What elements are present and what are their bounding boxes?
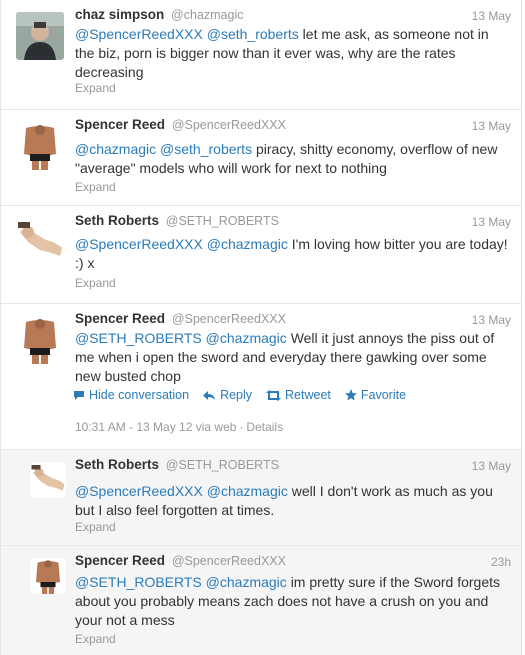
tweet[interactable]: chaz simpson @chazmagic 13 May @SpencerR… xyxy=(1,0,521,110)
tweet-reply[interactable]: Seth Roberts @SETH_ROBERTS 13 May @Spenc… xyxy=(1,450,521,546)
mention-link[interactable]: @chazmagic xyxy=(75,141,156,157)
mention-link[interactable]: @SpencerReedXXX xyxy=(75,483,203,499)
favorite-button[interactable]: Favorite xyxy=(344,388,407,402)
tweet-expanded[interactable]: Spencer Reed @SpencerReedXXX 13 May @SET… xyxy=(1,304,521,450)
favorite-label: Favorite xyxy=(360,388,407,402)
timestamp[interactable]: 13 May xyxy=(472,119,511,133)
tweet-reply[interactable]: Spencer Reed @SpencerReedXXX 23h @SETH_R… xyxy=(1,546,521,655)
mention-link[interactable]: @SpencerReedXXX xyxy=(75,26,203,42)
fullname[interactable]: Spencer Reed xyxy=(75,311,165,326)
tweet[interactable]: Spencer Reed @SpencerReedXXX 13 May @cha… xyxy=(1,110,521,206)
tweet-text: @SETH_ROBERTS @chazmagic im pretty sure … xyxy=(75,573,511,630)
username[interactable]: @SpencerReedXXX xyxy=(172,554,286,568)
fullname[interactable]: Spencer Reed xyxy=(75,553,165,568)
mention-link[interactable]: @chazmagic xyxy=(207,483,288,499)
timestamp[interactable]: 13 May xyxy=(472,459,511,473)
expand-link[interactable]: Expand xyxy=(75,632,116,646)
reply-button[interactable]: Reply xyxy=(203,388,252,402)
avatar[interactable] xyxy=(30,558,66,594)
tweet-text: @chazmagic @seth_roberts piracy, shitty … xyxy=(75,140,511,178)
tweet-header: Spencer Reed @SpencerReedXXX 13 May xyxy=(75,311,511,329)
retweet-label: Retweet xyxy=(285,388,331,402)
tweet-text: @SpencerReedXXX @chazmagic well I don't … xyxy=(75,482,511,520)
tweet[interactable]: Seth Roberts @SETH_ROBERTS 13 May @Spenc… xyxy=(1,206,521,304)
avatar[interactable] xyxy=(16,218,64,266)
username[interactable]: @chazmagic xyxy=(171,8,243,22)
tweet-actions: Hide conversation Reply Retweet Favorite xyxy=(73,388,406,402)
tweet-header: Seth Roberts @SETH_ROBERTS 13 May xyxy=(75,457,511,475)
tweet-header: Seth Roberts @SETH_ROBERTS 13 May xyxy=(75,213,511,231)
timestamp[interactable]: 13 May xyxy=(472,215,511,229)
mention-link[interactable]: @chazmagic xyxy=(207,236,288,252)
avatar[interactable] xyxy=(16,316,64,364)
timestamp[interactable]: 13 May xyxy=(472,313,511,327)
expand-link[interactable]: Expand xyxy=(75,276,116,290)
mention-link[interactable]: @SETH_ROBERTS xyxy=(75,574,202,590)
star-icon xyxy=(344,389,357,401)
fullname[interactable]: Spencer Reed xyxy=(75,117,165,132)
retweet-icon xyxy=(266,389,282,401)
mention-link[interactable]: @seth_roberts xyxy=(160,141,252,157)
avatar[interactable] xyxy=(30,462,66,498)
avatar[interactable] xyxy=(16,12,64,60)
tweet-header: chaz simpson @chazmagic 13 May xyxy=(75,7,511,25)
details-link[interactable]: Details xyxy=(246,420,283,434)
username[interactable]: @SpencerReedXXX xyxy=(172,118,286,132)
tweet-text: @SpencerReedXXX @seth_roberts let me ask… xyxy=(75,25,511,82)
fullname[interactable]: Seth Roberts xyxy=(75,457,159,472)
username[interactable]: @SpencerReedXXX xyxy=(172,312,286,326)
hide-conversation-button[interactable]: Hide conversation xyxy=(73,388,189,402)
hide-conversation-label: Hide conversation xyxy=(89,388,190,402)
expand-link[interactable]: Expand xyxy=(75,180,116,194)
tweet-text: @SETH_ROBERTS @chazmagic Well it just an… xyxy=(75,329,511,386)
avatar[interactable] xyxy=(16,122,64,170)
tweet-timestamp[interactable]: 10:31 AM - 13 May 12 via web xyxy=(75,420,236,434)
mention-link[interactable]: @SETH_ROBERTS xyxy=(75,330,202,346)
tweet-text: @SpencerReedXXX @chazmagic I'm loving ho… xyxy=(75,235,511,273)
mention-link[interactable]: @chazmagic xyxy=(206,330,287,346)
tweet-details: 10:31 AM - 13 May 12 via web · Details xyxy=(75,420,284,434)
fullname[interactable]: chaz simpson xyxy=(75,7,164,22)
reply-arrow-icon xyxy=(203,390,216,400)
expand-link[interactable]: Expand xyxy=(75,520,116,534)
username[interactable]: @SETH_ROBERTS xyxy=(166,214,279,228)
reply-label: Reply xyxy=(220,388,253,402)
expand-link[interactable]: Expand xyxy=(75,81,116,95)
mention-link[interactable]: @chazmagic xyxy=(206,574,287,590)
tweet-header: Spencer Reed @SpencerReedXXX 23h xyxy=(75,553,511,571)
timestamp[interactable]: 23h xyxy=(491,555,511,569)
fullname[interactable]: Seth Roberts xyxy=(75,213,159,228)
mention-link[interactable]: @seth_roberts xyxy=(207,26,299,42)
username[interactable]: @SETH_ROBERTS xyxy=(166,458,279,472)
mention-link[interactable]: @SpencerReedXXX xyxy=(75,236,203,252)
timestamp[interactable]: 13 May xyxy=(472,9,511,23)
conversation-bubble-icon xyxy=(74,390,84,400)
tweet-header: Spencer Reed @SpencerReedXXX 13 May xyxy=(75,117,511,135)
retweet-button[interactable]: Retweet xyxy=(266,388,331,402)
tweet-stream: chaz simpson @chazmagic 13 May @SpencerR… xyxy=(0,0,522,655)
